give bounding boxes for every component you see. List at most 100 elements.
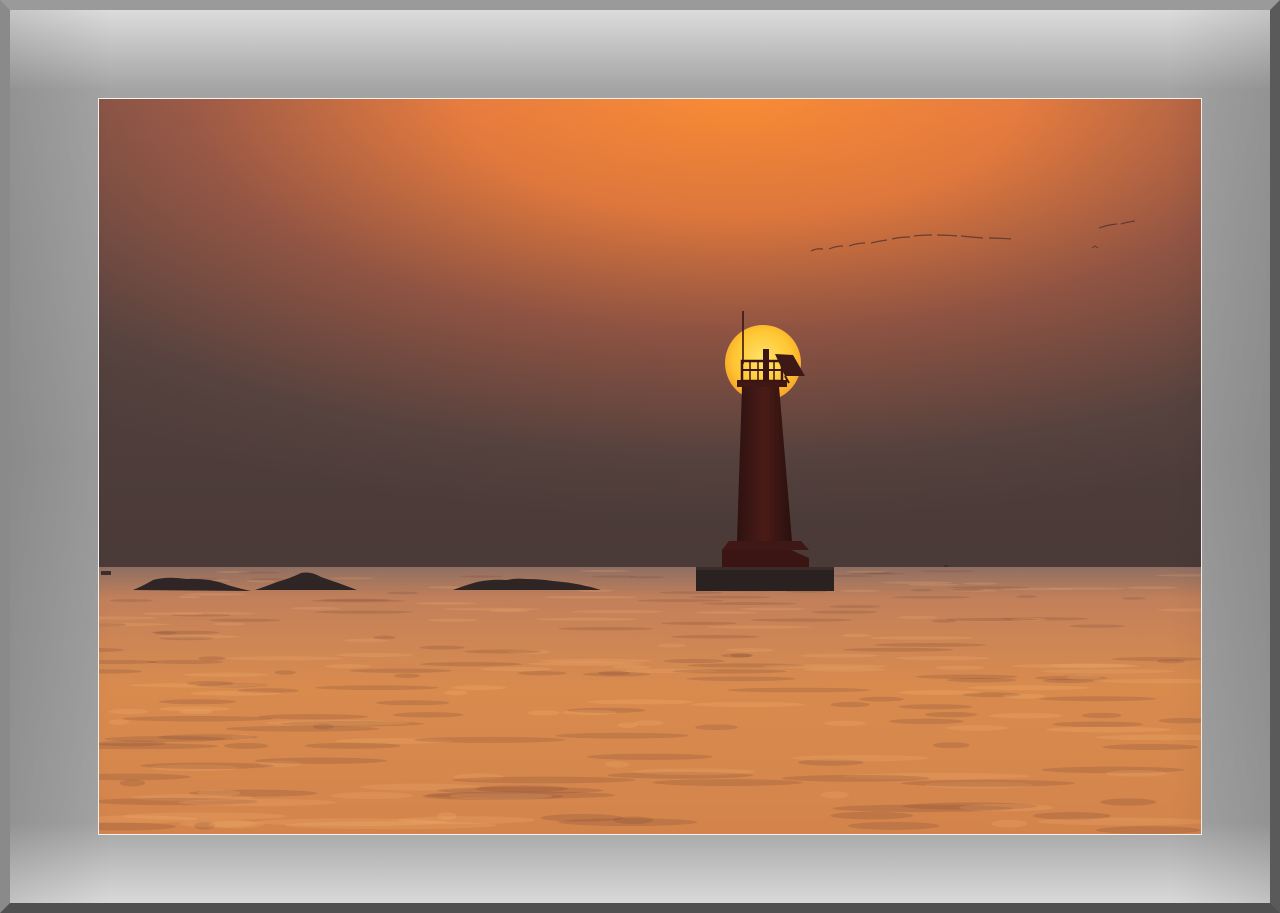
wave-ripple — [617, 722, 638, 728]
wave-ripple — [1050, 663, 1132, 668]
wave-ripple — [451, 776, 636, 784]
wave-ripple — [1016, 595, 1037, 598]
wave-ripple — [570, 610, 665, 614]
wave-ripple — [257, 714, 369, 720]
wave-ripple — [898, 690, 983, 696]
wave-ripple — [701, 602, 796, 605]
wave-ripple — [558, 818, 698, 827]
wave-ripple — [542, 595, 638, 599]
wave-ripple — [386, 591, 419, 595]
wave-ripple — [763, 664, 888, 669]
wave-ripple — [459, 575, 503, 578]
wave-ripple — [633, 768, 756, 775]
wave-ripple — [670, 634, 759, 639]
wave-ripple — [911, 588, 933, 592]
wave-ripple — [427, 618, 479, 622]
wave-ripple — [967, 685, 1090, 691]
wave-ripple — [672, 669, 787, 674]
wave-ripple — [187, 681, 235, 686]
wave-ripple — [265, 720, 410, 726]
wave-ripple — [140, 762, 274, 769]
wave-ripple — [104, 736, 226, 742]
wave-ripple — [313, 610, 414, 614]
wave-ripple — [208, 618, 281, 622]
wave-ripple — [695, 724, 738, 731]
wave-ripple — [895, 656, 991, 661]
wave-ripple — [420, 662, 523, 667]
wave-ripple — [586, 753, 713, 760]
wave-ripple — [1069, 624, 1125, 628]
wave-ripple — [657, 643, 687, 648]
wave-ripple — [237, 571, 280, 574]
wave-ripple — [932, 742, 970, 749]
wave-ripple — [898, 704, 973, 710]
wave-ripple — [781, 774, 930, 782]
wave-ripple — [198, 656, 226, 661]
wave-ripple — [945, 725, 1009, 731]
wave-ripple — [158, 699, 237, 705]
wave-ripple — [1039, 696, 1157, 702]
wave-ripple — [652, 779, 803, 786]
wave-ripple — [726, 648, 775, 653]
wave-ripple — [562, 709, 617, 716]
wave-ripple — [919, 570, 976, 573]
wave-ripple — [223, 742, 269, 749]
wave-ripple — [534, 617, 639, 621]
wave-ripple — [824, 720, 866, 727]
photo-frame — [0, 0, 1280, 913]
wave-ripple — [1033, 812, 1111, 820]
wave-ripple — [335, 653, 413, 657]
wave-ripple — [1052, 721, 1144, 728]
wave-ripple — [392, 712, 464, 718]
wave-ripple — [949, 586, 1030, 589]
wave-ripple — [349, 668, 452, 673]
wave-ripple — [189, 690, 282, 696]
wave-ripple — [859, 696, 904, 702]
wave-ripple — [900, 779, 1076, 787]
wave-ripple — [310, 599, 406, 603]
wave-ripple — [907, 583, 960, 586]
wave-ripple — [845, 570, 888, 573]
wave-ripple — [452, 685, 507, 691]
wave-ripple — [612, 665, 650, 670]
wave-ripple — [427, 586, 462, 589]
wave-ripple — [1011, 617, 1048, 621]
wave-ripple — [224, 656, 344, 661]
wave-ripple — [464, 649, 541, 654]
wave-ripple — [419, 645, 466, 650]
wave-ripple — [373, 635, 396, 640]
wave-ripple — [791, 755, 930, 762]
wave-ripple — [800, 653, 879, 658]
wave-ripple — [891, 596, 971, 599]
wave-ripple — [598, 670, 631, 676]
wave-ripple — [947, 677, 1018, 683]
wave-ripple — [847, 821, 940, 830]
wave-ripple — [331, 792, 414, 800]
wave-ripple — [1126, 586, 1178, 590]
wave-ripple — [897, 615, 939, 619]
wave-ripple — [691, 701, 805, 708]
wave-ripple — [663, 658, 725, 664]
wave-ripple — [159, 634, 241, 639]
wave-ripple — [730, 653, 752, 658]
wave-ripple — [517, 671, 567, 676]
wave-ripple — [694, 611, 759, 615]
wave-ripple — [958, 803, 1055, 812]
wave-ripple — [873, 643, 987, 647]
wave-ripple — [290, 606, 340, 610]
wave-ripple — [924, 711, 978, 718]
wave-ripple — [1102, 743, 1199, 751]
wave-ripple — [840, 589, 880, 593]
wave-ripple — [1111, 657, 1201, 662]
wave-ripple — [213, 622, 245, 626]
wave-ripple — [637, 599, 724, 602]
wave-ripple — [480, 666, 551, 672]
wave-ripple — [988, 713, 1064, 719]
wave-ripple — [315, 685, 440, 691]
sunset-lighthouse-photo — [98, 98, 1202, 835]
wave-ripple — [1002, 693, 1047, 699]
wave-ripple — [179, 708, 214, 715]
wave-ripple — [750, 618, 853, 622]
wave-ripple — [488, 609, 530, 613]
wave-ripple — [284, 821, 497, 830]
